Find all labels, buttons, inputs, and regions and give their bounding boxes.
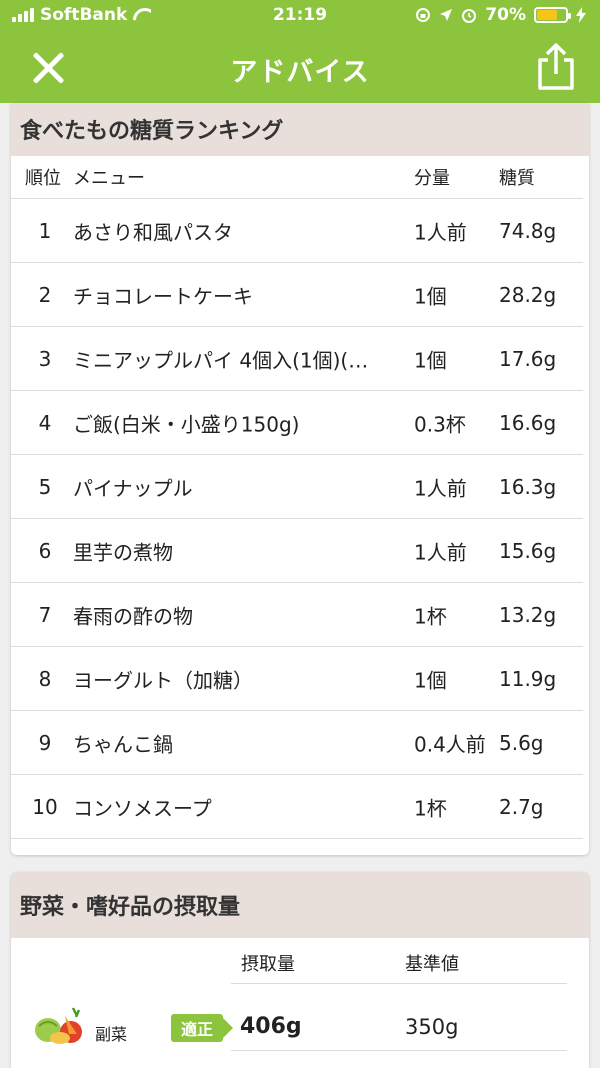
table-header-row: 順位 メニュー 分量 糖質	[11, 156, 583, 199]
row-menu: 里芋の煮物	[73, 540, 173, 564]
row-rank: 4	[38, 410, 52, 435]
location-icon	[440, 9, 453, 21]
row-sugar: 28.2g	[499, 282, 557, 307]
row-amount: 0.4人前	[414, 732, 486, 756]
header-intake: 摂取量	[241, 954, 295, 975]
row-rank: 10	[32, 794, 58, 819]
page-title: アドバイス	[230, 57, 370, 88]
row-amount: 0.3杯	[414, 412, 466, 436]
intake-title: 野菜・嗜好品の摂取量	[11, 872, 589, 938]
table-row[interactable]: 5 パイナップル 1人前 16.3g	[11, 455, 583, 519]
status-badge: 適正	[171, 1014, 233, 1042]
row-amount: 1人前	[414, 476, 467, 500]
row-menu: ご飯(白米・小盛り150g)	[73, 412, 300, 436]
header-amount: 分量	[414, 168, 450, 189]
row-sugar: 17.6g	[499, 346, 557, 371]
intake-value: 406g	[240, 1014, 302, 1039]
row-menu: ヨーグルト（加糖）	[73, 668, 253, 692]
header-standard: 基準値	[405, 954, 459, 975]
row-sugar: 11.9g	[499, 666, 557, 691]
row-rank: 2	[38, 282, 52, 307]
sugar-ranking-card: 食べたもの糖質ランキング 順位 メニュー 分量 糖質 1 あさり和風パスタ 1人…	[11, 103, 589, 855]
ranking-title: 食べたもの糖質ランキング	[11, 103, 589, 156]
row-amount: 1個	[414, 284, 447, 308]
row-rank: 7	[38, 602, 52, 627]
standard-value: 350g	[405, 1015, 459, 1039]
row-menu: パイナップル	[73, 476, 193, 500]
row-menu: あさり和風パスタ	[73, 220, 233, 244]
row-rank: 5	[38, 474, 52, 499]
status-bar: SoftBank 21:19 70%	[0, 0, 600, 32]
row-menu: コンソメスープ	[73, 796, 212, 820]
row-rank: 8	[38, 666, 52, 691]
header-menu: メニュー	[73, 168, 145, 189]
header-bar: SoftBank 21:19 70% アドバイス	[0, 0, 600, 103]
table-row[interactable]: 7 春雨の酢の物 1杯 13.2g	[11, 583, 583, 647]
table-row[interactable]: 3 ミニアップルパイ 4個入(1個)(… 1個 17.6g	[11, 327, 583, 391]
row-menu: ミニアップルパイ 4個入(1個)(…	[73, 348, 369, 372]
battery-percent: 70%	[485, 5, 526, 25]
row-amount: 1個	[414, 348, 447, 372]
row-amount: 1個	[414, 668, 447, 692]
table-row[interactable]: 2 チョコレートケーキ 1個 28.2g	[11, 263, 583, 327]
row-sugar: 5.6g	[499, 730, 544, 755]
divider	[231, 1050, 567, 1051]
row-amount: 1杯	[414, 604, 447, 628]
row-sugar: 16.3g	[499, 474, 557, 499]
row-rank: 6	[38, 538, 52, 563]
table-row[interactable]: 9 ちゃんこ鍋 0.4人前 5.6g	[11, 711, 583, 775]
row-rank: 1	[38, 218, 52, 243]
row-menu: 春雨の酢の物	[73, 604, 193, 628]
intake-row[interactable]: 副菜 適正 406g 350g	[11, 984, 589, 1054]
intake-header-row: 摂取量 基準値	[231, 938, 567, 984]
row-sugar: 15.6g	[499, 538, 557, 563]
row-sugar: 16.6g	[499, 410, 557, 435]
ranking-table: 順位 メニュー 分量 糖質 1 あさり和風パスタ 1人前 74.8g 2 チョコ…	[11, 156, 589, 839]
rotation-lock-icon	[416, 8, 431, 22]
vegetables-icon	[35, 1007, 82, 1044]
table-row[interactable]: 10 コンソメスープ 1杯 2.7g	[11, 775, 583, 839]
row-menu: チョコレートケーキ	[73, 284, 253, 308]
intake-label: 副菜	[95, 1025, 128, 1044]
header-sugar: 糖質	[499, 168, 535, 189]
row-sugar: 2.7g	[499, 794, 544, 819]
row-rank: 3	[38, 346, 52, 371]
table-row[interactable]: 4 ご飯(白米・小盛り150g) 0.3杯 16.6g	[11, 391, 583, 455]
battery-icon	[534, 7, 571, 23]
row-amount: 1杯	[414, 796, 447, 820]
nav-bar: アドバイス	[0, 32, 600, 103]
table-row[interactable]: 6 里芋の煮物 1人前 15.6g	[11, 519, 583, 583]
share-icon[interactable]	[534, 42, 578, 92]
row-sugar: 74.8g	[499, 218, 557, 243]
table-row[interactable]: 1 あさり和風パスタ 1人前 74.8g	[11, 199, 583, 263]
header-rank: 順位	[25, 168, 61, 189]
row-menu: ちゃんこ鍋	[73, 732, 173, 756]
row-amount: 1人前	[414, 220, 467, 244]
intake-card: 野菜・嗜好品の摂取量 摂取量 基準値 副菜 適正 406g 350g	[11, 872, 589, 1068]
row-amount: 1人前	[414, 540, 467, 564]
charging-icon	[576, 7, 586, 23]
row-sugar: 13.2g	[499, 602, 557, 627]
alarm-icon	[462, 9, 477, 23]
row-rank: 9	[38, 730, 52, 755]
table-row[interactable]: 8 ヨーグルト（加糖） 1個 11.9g	[11, 647, 583, 711]
